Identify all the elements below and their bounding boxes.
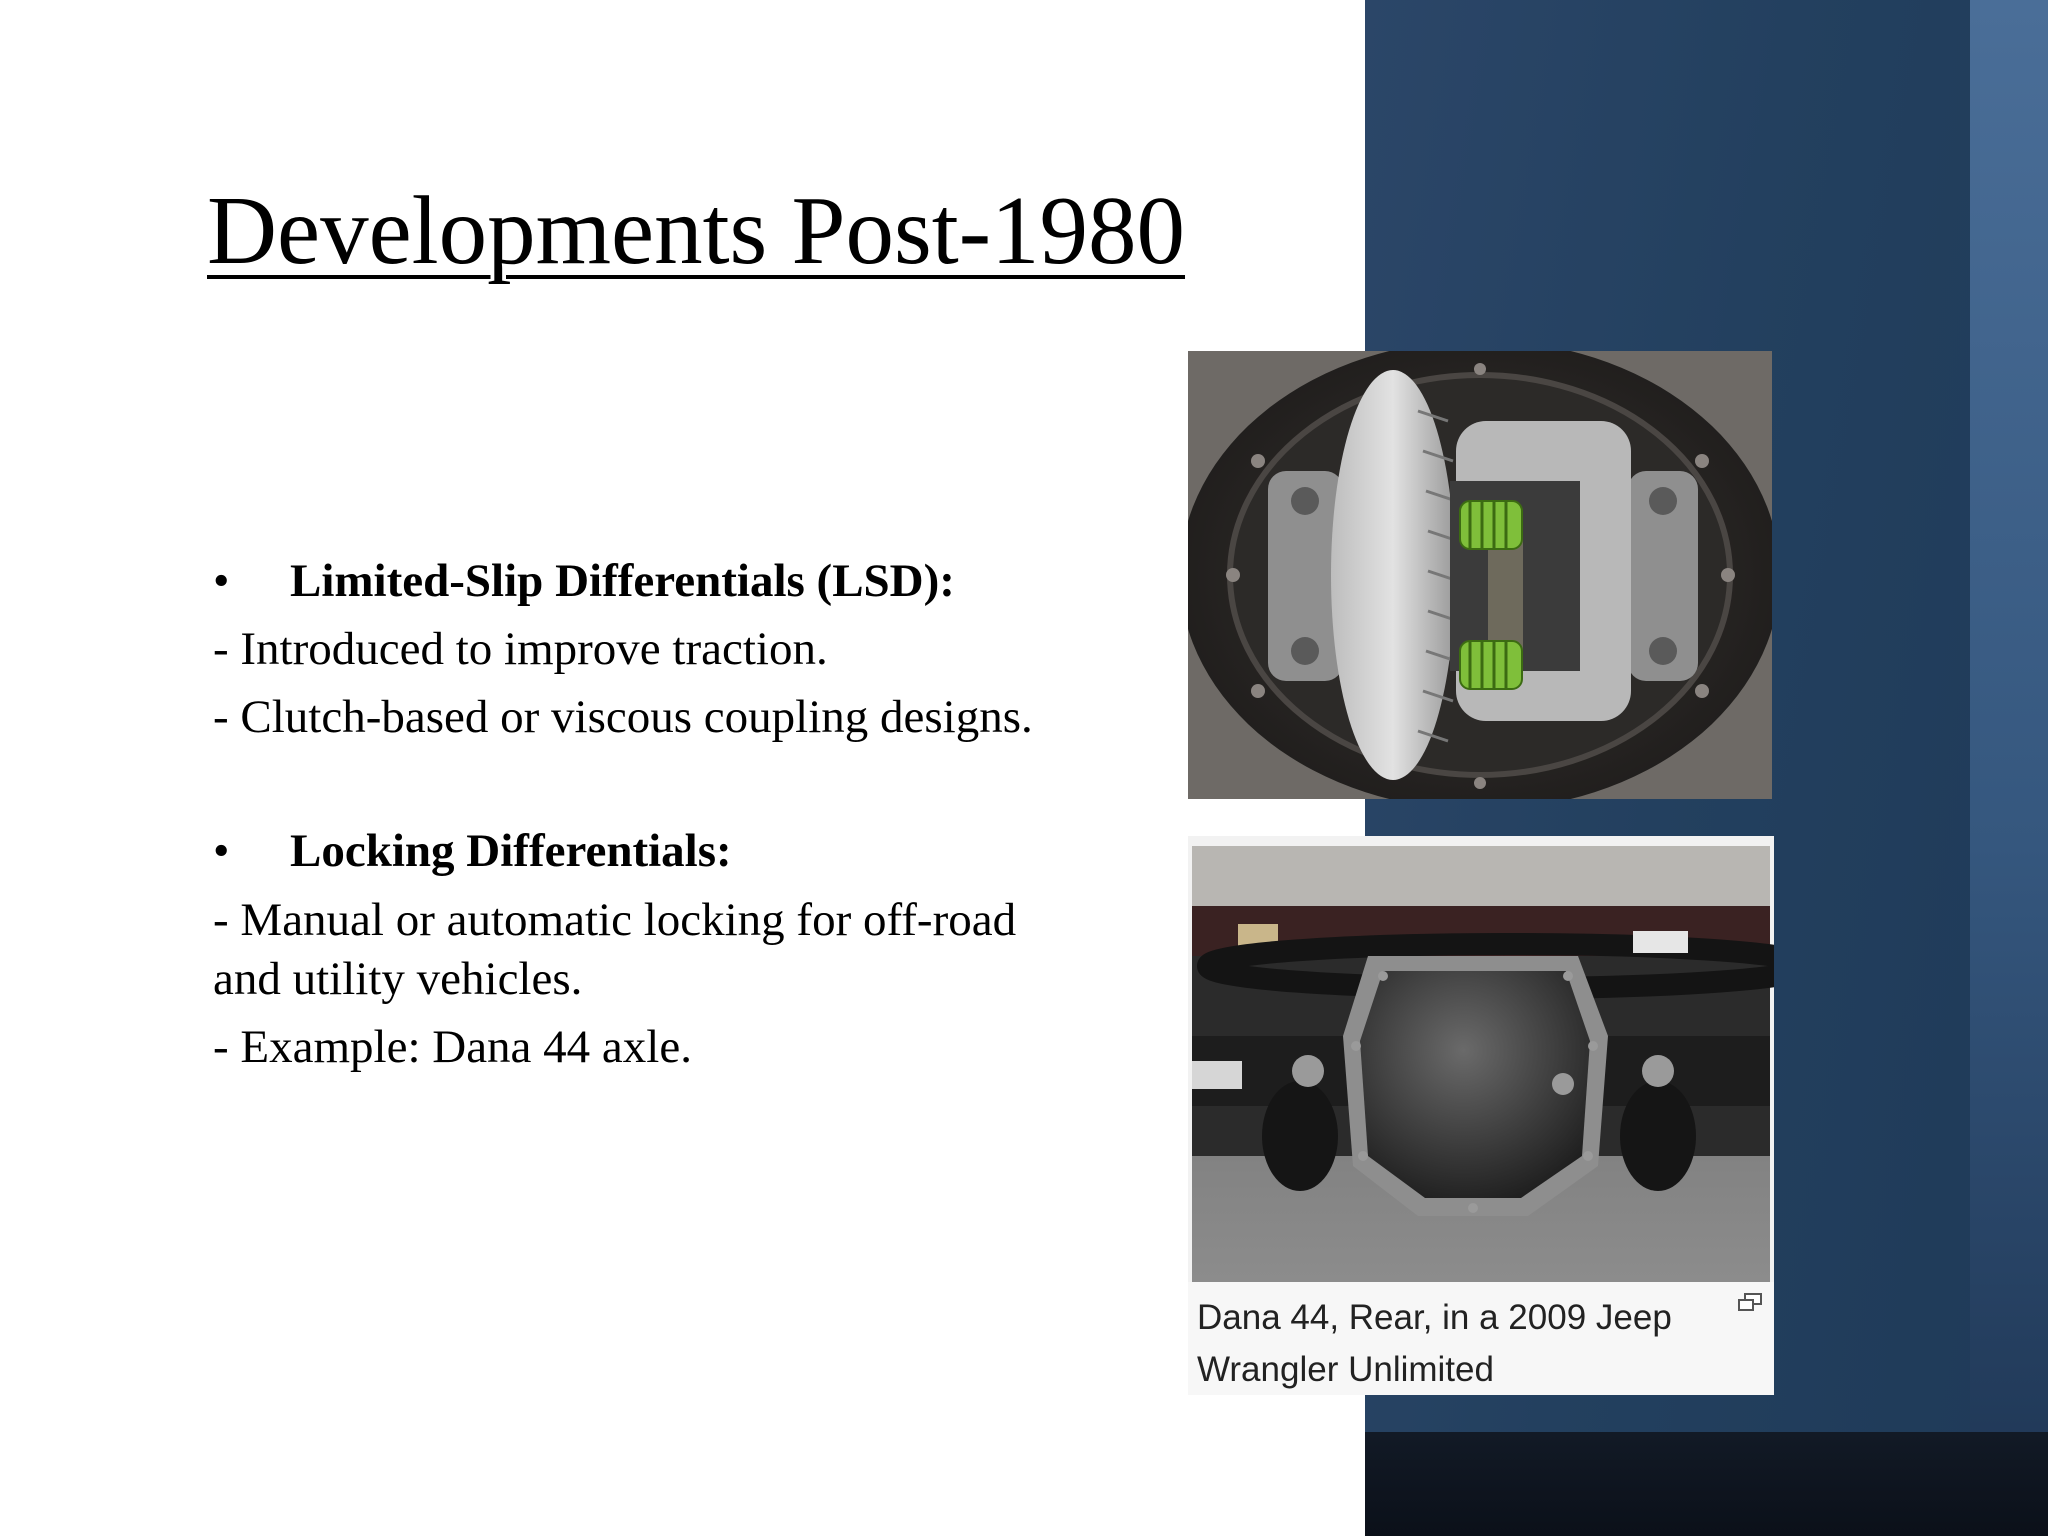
bullet-heading-lsd: Limited-Slip Differentials (LSD): [290, 555, 955, 607]
bullet-dot: • [213, 555, 230, 607]
bullet-heading-locking: Locking Differentials: [290, 825, 732, 877]
body-line: - Example: Dana 44 axle. [213, 1021, 692, 1073]
lsd-differential-photo [1188, 351, 1772, 799]
bottom-band [1365, 1432, 2048, 1536]
bullet-lsd: • Limited-Slip Differentials (LSD): [213, 554, 955, 608]
body-line: - Introduced to improve traction. [213, 623, 828, 675]
body-line: and utility vehicles. [213, 953, 583, 1005]
bullet-locking: • Locking Differentials: [213, 824, 732, 878]
dana-44-axle-photo [1188, 836, 1774, 1282]
body-line: - Manual or automatic locking for off-ro… [213, 894, 1017, 946]
image-caption-box: Dana 44, Rear, in a 2009 Jeep Wrangler U… [1188, 1282, 1774, 1395]
body-line: - Clutch-based or viscous coupling desig… [213, 691, 1033, 743]
caption-line: Wrangler Unlimited [1197, 1350, 1494, 1389]
bullet-dot: • [213, 825, 230, 877]
accent-stripe [1970, 0, 2048, 1536]
slide-title: Developments Post-1980 [207, 177, 1186, 284]
image-caption: Dana 44, Rear, in a 2009 Jeep Wrangler U… [1197, 1292, 1717, 1396]
enlarge-icon[interactable] [1736, 1292, 1764, 1319]
caption-line: Dana 44, Rear, in a 2009 Jeep [1197, 1298, 1672, 1337]
